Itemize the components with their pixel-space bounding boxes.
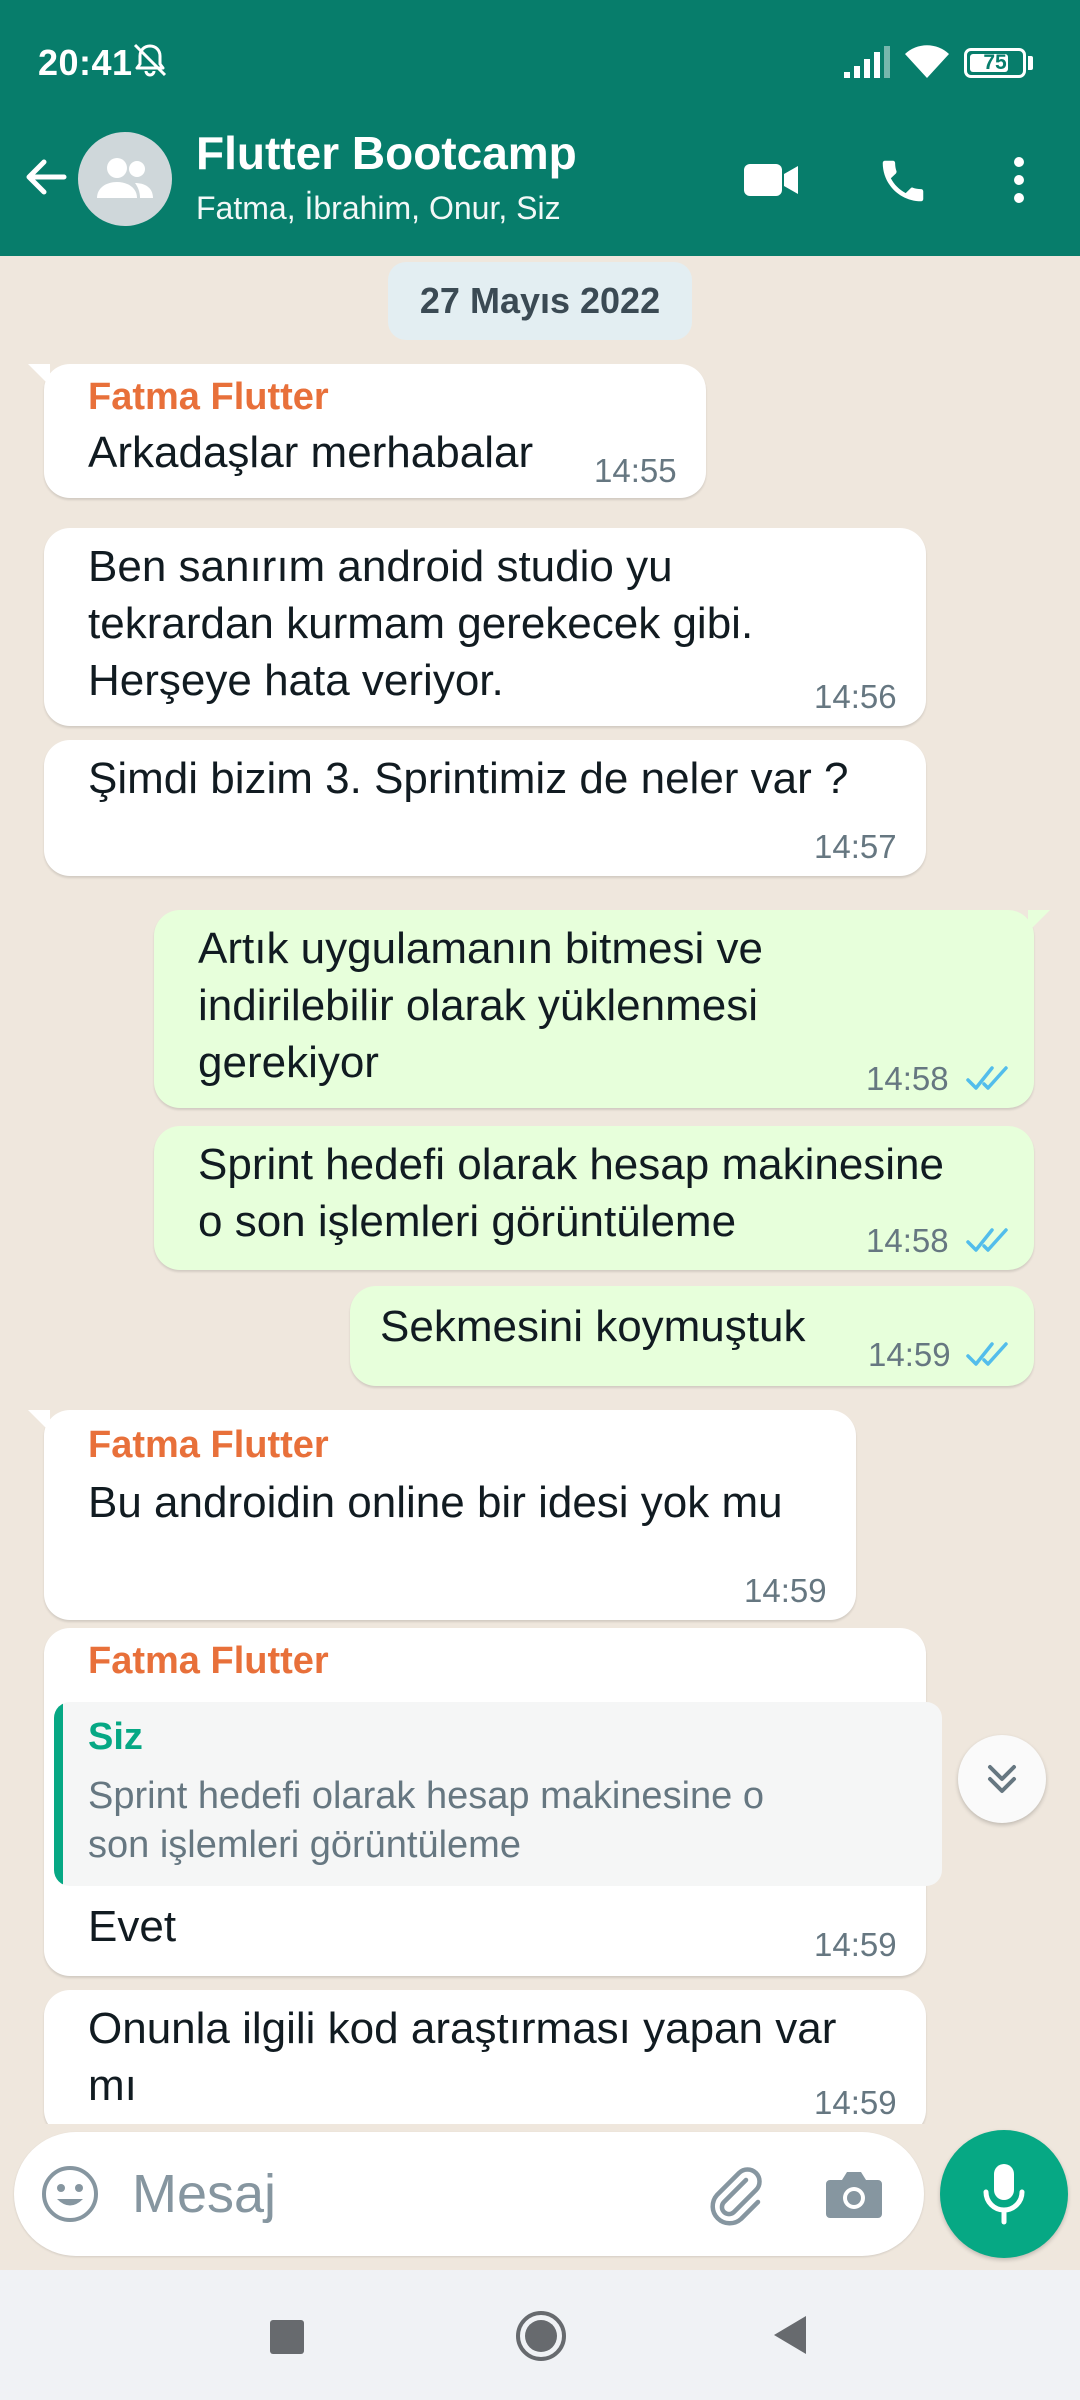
back-arrow-icon[interactable] [18,150,72,204]
bubble-tail [28,364,50,386]
message-time: 14:57 [814,828,897,865]
message-text: Evet [88,1902,177,1951]
more-vert-icon[interactable] [1004,152,1034,208]
system-navigation-bar [0,2270,1080,2400]
bubble-tail [1028,910,1050,932]
quoted-text: son işlemleri görüntüleme [88,1824,521,1866]
wifi-icon [905,45,949,78]
message-text: Şimdi bizim 3. Sprintimiz de neler var ? [88,754,849,803]
message-text: Sprint hedefi olarak hesap makinesine [198,1140,945,1189]
sender-name[interactable]: Fatma Flutter [88,1424,329,1467]
message-bubble-incoming[interactable]: Şimdi bizim 3. Sprintimiz de neler var ?… [44,740,926,876]
recent-apps-button[interactable] [270,2320,304,2354]
date-chip: 27 Mayıs 2022 [388,262,692,340]
message-time: 14:58 [866,1060,949,1097]
sender-name[interactable]: Fatma Flutter [88,1640,329,1683]
message-text: Arkadaşlar merhabalar [88,428,534,477]
signal-icon [844,46,890,78]
status-time: 20:41 [38,42,133,83]
message-composer [14,2132,924,2256]
group-icon [97,158,153,198]
bubble-tail [28,1410,50,1432]
battery-nub [1028,56,1033,70]
quoted-text: Sprint hedefi olarak hesap makinesine o [88,1775,764,1817]
message-text: o son işlemleri görüntüleme [198,1197,737,1246]
message-bubble-reply[interactable]: Fatma Flutter Siz Sprint hedefi olarak h… [44,1628,942,1976]
camera-icon[interactable] [824,2166,884,2222]
message-text: Sekmesini koymuştuk [380,1302,806,1351]
message-time: 14:58 [866,1222,949,1259]
message-time: 14:56 [814,678,897,715]
message-text: tekrardan kurmam gerekecek gibi. [88,599,754,648]
message-time: 14:55 [594,452,677,489]
message-bubble-outgoing[interactable]: Sekmesini koymuştuk 14:59 [350,1286,1034,1386]
system-back-button[interactable] [770,2312,810,2358]
double-check-icon [966,1066,1008,1090]
quoted-sender: Siz [88,1716,143,1758]
emoji-icon[interactable] [40,2164,100,2224]
message-time: 14:59 [814,2084,897,2121]
message-bubble-incoming[interactable]: Onunla ilgili kod araştırması yapan var … [44,1990,926,2124]
chat-title[interactable]: Flutter Bootcamp [196,126,577,180]
voice-record-button[interactable] [940,2130,1068,2258]
paperclip-icon[interactable] [704,2162,768,2226]
double-check-icon [966,1228,1008,1252]
scroll-to-bottom-button[interactable] [958,1735,1046,1823]
group-avatar[interactable] [78,132,172,226]
message-text: Artık uygulamanın bitmesi ve [198,924,763,973]
double-check-icon [966,1342,1008,1366]
quoted-message[interactable]: Siz Sprint hedefi olarak hesap makinesin… [54,1702,942,1886]
message-bubble-incoming[interactable]: Fatma Flutter Arkadaşlar merhabalar 14:5… [28,364,706,498]
message-text: Ben sanırım android studio yu [88,542,673,591]
bell-off-icon [133,43,167,77]
quote-accent-bar [54,1702,63,1886]
message-time: 14:59 [868,1336,951,1373]
top-bar: 20:41 75 Flutter Bootcamp Fatma, İbrahim… [0,0,1080,256]
message-time: 14:59 [744,1572,827,1609]
battery-text: 75 [983,51,1007,74]
message-input[interactable] [132,2154,692,2234]
chevron-double-down-icon [988,1765,1016,1793]
sender-name[interactable]: Fatma Flutter [88,376,329,419]
message-time: 14:59 [814,1926,897,1963]
message-text: Onunla ilgili kod araştırması yapan var [88,2004,837,2053]
message-text: Herşeye hata veriyor. [88,656,504,705]
message-text: indirilebilir olarak yüklenmesi [198,981,758,1030]
message-text: mı [88,2061,137,2110]
home-button[interactable] [515,2310,567,2362]
chat-messages-area[interactable]: 27 Mayıs 2022 Fatma Flutter Arkadaşlar m… [0,256,1080,2124]
battery-icon: 75 [964,48,1026,78]
chat-participants[interactable]: Fatma, İbrahim, Onur, Siz [196,190,561,227]
status-bar: 20:41 75 [0,0,1080,128]
message-text: Bu androidin online bir idesi yok mu [88,1478,783,1527]
message-bubble-outgoing[interactable]: Artık uygulamanın bitmesi ve indirilebil… [154,910,1050,1108]
message-bubble-incoming[interactable]: Fatma Flutter Bu androidin online bir id… [28,1410,856,1620]
message-bubble-outgoing[interactable]: Sprint hedefi olarak hesap makinesine o … [154,1126,1034,1270]
message-text: gerekiyor [198,1038,379,1087]
video-call-icon[interactable] [742,158,800,202]
message-bubble-incoming[interactable]: Ben sanırım android studio yu tekrardan … [44,528,926,726]
phone-icon[interactable] [876,154,930,208]
mic-icon [983,2164,1025,2225]
